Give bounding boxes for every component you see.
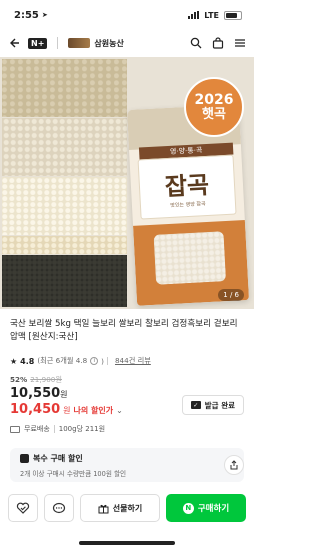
badge-year: 2026 bbox=[194, 91, 234, 108]
network-label: LTE bbox=[204, 10, 219, 20]
store-name: 삼원농산 bbox=[94, 38, 124, 48]
product-bag-image: 영·양·통·곡 잡곡 맛있는 영양 잡곡 bbox=[126, 104, 250, 306]
gift-icon bbox=[98, 504, 109, 513]
rating-row: ★ 4.8 (최근 6개월 4.8 i ) 844건 리뷰 bbox=[10, 356, 151, 366]
coupon-icon: ✓ bbox=[190, 401, 201, 409]
rating-detail-close: ) bbox=[101, 356, 104, 366]
my-price-value: 10,450 bbox=[10, 402, 61, 417]
time-text: 2:55 bbox=[14, 9, 39, 21]
grain-photo-1 bbox=[2, 59, 127, 117]
buy-button[interactable]: N 구매하기 bbox=[166, 494, 246, 522]
divider bbox=[53, 425, 55, 433]
battery-icon bbox=[224, 10, 242, 20]
grain-photo-2 bbox=[2, 118, 127, 176]
share-icon bbox=[230, 460, 238, 470]
info-icon[interactable]: i bbox=[90, 357, 99, 365]
grain-photo-5 bbox=[2, 255, 127, 307]
multi-buy-discount-box: 복수 구매 할인 2개 이상 구매시 수량만큼 100원 할인 bbox=[10, 448, 244, 482]
buy-label: 구매하기 bbox=[197, 504, 230, 514]
bag-title: 잡곡 bbox=[164, 169, 210, 202]
discount-tag-icon bbox=[20, 454, 29, 463]
star-icon: ★ bbox=[10, 356, 18, 366]
discount-percent: 52% bbox=[10, 375, 28, 384]
multi-buy-title: 복수 구매 할인 bbox=[33, 454, 83, 463]
chat-button[interactable] bbox=[44, 494, 74, 522]
rating-score: 4.8 bbox=[20, 356, 35, 366]
wishlist-button[interactable] bbox=[8, 494, 38, 522]
grain-photo-4 bbox=[2, 236, 127, 254]
store-logo-icon bbox=[68, 38, 91, 48]
back-arrow-icon[interactable] bbox=[8, 37, 20, 49]
coupon-button[interactable]: ✓ 발급 완료 bbox=[181, 395, 244, 415]
bag-subtitle: 맛있는 영양 잡곡 bbox=[170, 201, 206, 209]
divider bbox=[106, 357, 108, 365]
multi-buy-desc: 2개 이상 구매시 수량만큼 100원 할인 bbox=[20, 470, 127, 478]
truck-icon bbox=[10, 425, 20, 433]
my-price-row[interactable]: 10,450 원 나의 할인가 ⌄ bbox=[10, 402, 123, 417]
discount-row: 52% 21,900원 bbox=[10, 375, 62, 385]
badge-text: 햇곡 bbox=[202, 106, 226, 122]
top-nav: N+ 삼원농산 bbox=[0, 30, 254, 56]
sale-price: 10,550원 bbox=[10, 386, 68, 401]
share-button[interactable] bbox=[224, 455, 244, 475]
location-icon: ➤ bbox=[41, 11, 48, 19]
search-icon[interactable] bbox=[190, 37, 202, 49]
gift-button[interactable]: 선물하기 bbox=[80, 494, 160, 522]
product-title: 국산 보리쌀 5kg 택일 늘보리 쌀보리 찰보리 검정흑보리 겉보리 압맥 [… bbox=[10, 319, 238, 342]
heart-check-icon bbox=[16, 502, 30, 514]
store-link[interactable]: 삼원농산 bbox=[68, 38, 124, 49]
product-image-carousel[interactable]: 영·양·통·곡 잡곡 맛있는 영양 잡곡 2026 햇곡 1 / 6 bbox=[0, 57, 254, 309]
my-price-unit: 원 bbox=[63, 406, 71, 415]
nplus-logo[interactable]: N+ bbox=[28, 37, 48, 49]
cart-icon[interactable] bbox=[212, 37, 224, 49]
coupon-label: 발급 완료 bbox=[204, 400, 235, 410]
clock: 2:55 ➤ bbox=[14, 10, 48, 21]
status-bar: 2:55 ➤ LTE bbox=[0, 0, 254, 30]
review-link[interactable]: 844건 리뷰 bbox=[115, 356, 151, 366]
image-counter: 1 / 6 bbox=[218, 289, 244, 301]
shipping-text: 무료배송 bbox=[24, 425, 50, 433]
nav-divider bbox=[57, 37, 59, 49]
menu-icon[interactable] bbox=[234, 37, 246, 49]
bottom-action-bar: 선물하기 N 구매하기 bbox=[0, 490, 254, 526]
shipping-row: 무료배송 100g당 211원 bbox=[10, 424, 105, 434]
grain-photo-3 bbox=[2, 177, 127, 235]
signal-icon bbox=[188, 11, 200, 19]
bag-title-box: 잡곡 맛있는 영양 잡곡 bbox=[137, 154, 237, 220]
chat-icon bbox=[52, 502, 66, 514]
sale-price-unit: 원 bbox=[60, 390, 68, 399]
gift-label: 선물하기 bbox=[112, 503, 143, 513]
npay-icon: N bbox=[182, 502, 194, 514]
original-price: 21,900원 bbox=[30, 375, 62, 384]
unit-price: 100g당 211원 bbox=[58, 425, 106, 433]
sale-price-value: 10,550 bbox=[10, 386, 61, 401]
home-indicator bbox=[79, 541, 175, 545]
rating-detail: (최근 6개월 4.8 bbox=[37, 356, 88, 365]
year-badge: 2026 햇곡 bbox=[184, 77, 244, 137]
chevron-down-icon[interactable]: ⌄ bbox=[116, 406, 123, 415]
my-price-label: 나의 할인가 bbox=[73, 406, 114, 415]
